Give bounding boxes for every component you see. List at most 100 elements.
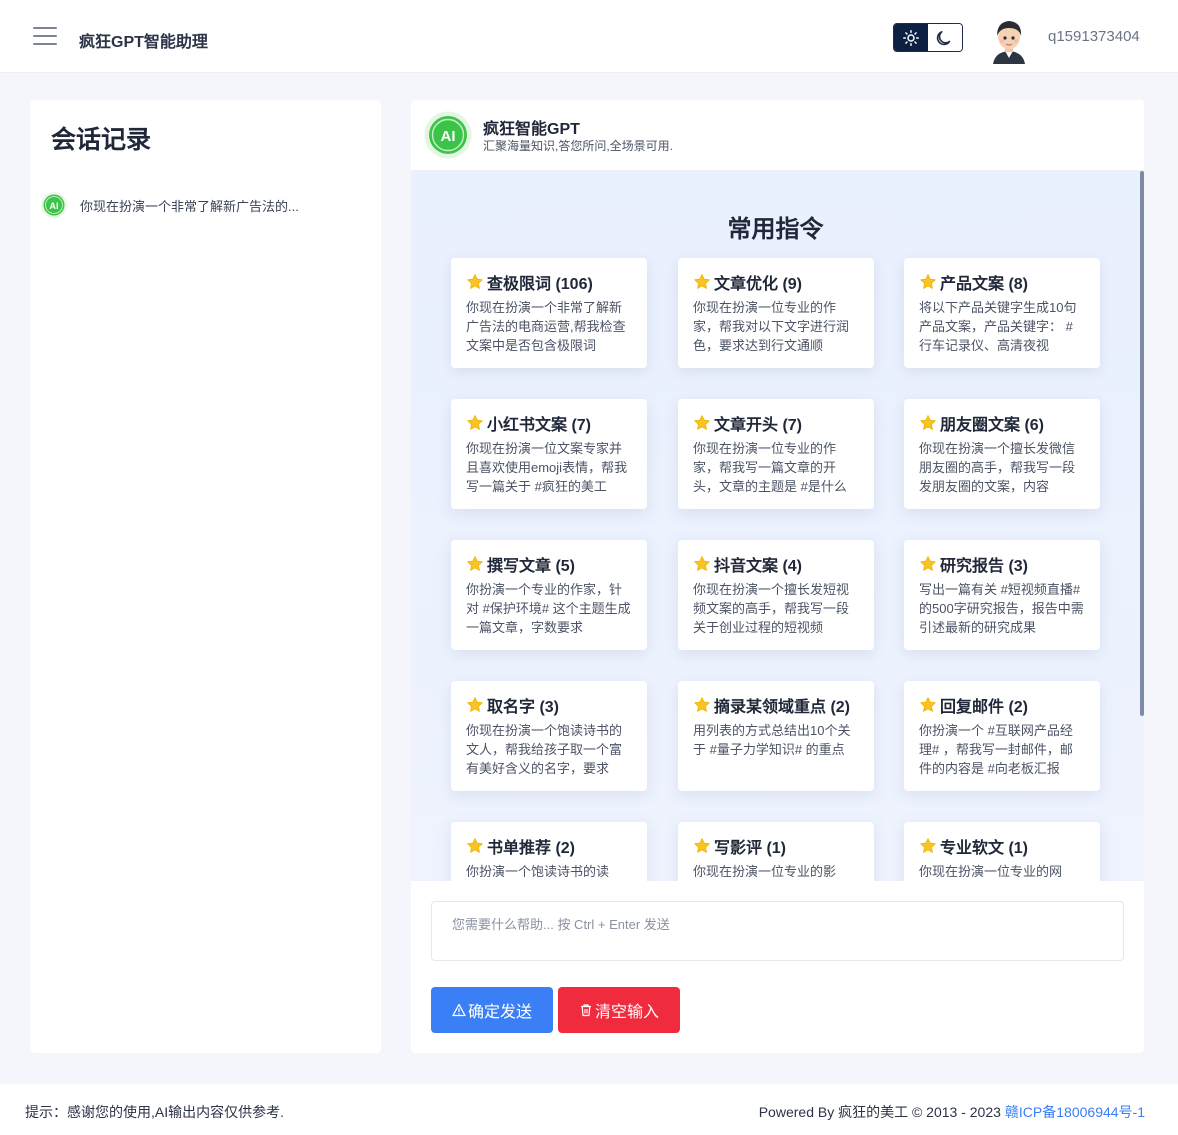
command-card-title: 写影评 (1)	[714, 840, 787, 857]
command-card-header: 取名字 (3)	[466, 694, 632, 716]
star-icon	[467, 556, 483, 571]
command-card[interactable]: 产品文案 (8) 将以下产品关键字生成10句产品文案，产品关键字： #行车记录仪、…	[904, 258, 1100, 368]
command-card-description: 你扮演一个 #互联网产品经理# ，帮我写一封邮件，邮件的内容是 #向老板汇报	[919, 723, 1073, 776]
command-card-title: 取名字 (3)	[487, 699, 560, 716]
moon-icon[interactable]	[928, 24, 962, 51]
footer-powered: Powered By 疯狂的美工 © 2013 - 2023	[758, 1104, 1001, 1120]
svg-text:AI: AI	[50, 201, 59, 211]
star-icon	[920, 697, 936, 712]
command-card-header: 写影评 (1)	[693, 835, 859, 857]
command-card-header: 研究报告 (3)	[919, 553, 1085, 575]
footer-copyright: Powered By 疯狂的美工 © 2013 - 2023 赣ICP备1800…	[759, 1102, 1145, 1122]
theme-toggle	[893, 23, 963, 52]
command-card-title: 摘录某领域重点 (2)	[714, 699, 851, 716]
command-card-description: 你现在扮演一位专业的作家，帮我对以下文字进行润色，要求达到行文通顺	[693, 300, 850, 353]
message-input[interactable]	[431, 901, 1124, 961]
star-icon	[467, 838, 483, 853]
command-card-header: 朋友圈文案 (6)	[919, 412, 1085, 434]
command-card-header: 文章优化 (9)	[693, 271, 859, 293]
star-icon	[694, 838, 710, 853]
top-header: 疯狂GPT智能助理 q1591373404	[0, 0, 1178, 73]
star-icon	[694, 274, 710, 289]
sun-icon[interactable]	[894, 24, 928, 51]
command-card-header: 产品文案 (8)	[919, 271, 1085, 293]
svg-text:AI: AI	[441, 128, 456, 145]
app-title: 疯狂GPT智能助理	[79, 34, 208, 51]
trash-icon	[580, 1004, 591, 1017]
command-card-header: 回复邮件 (2)	[919, 694, 1085, 716]
history-item-text: 你现在扮演一个非常了解新广告法的...	[80, 198, 299, 214]
ai-logo-icon: AI	[424, 111, 472, 164]
command-card-header: 书单推荐 (2)	[466, 835, 632, 857]
star-icon	[920, 838, 936, 853]
command-card[interactable]: 小红书文案 (7) 你现在扮演一位文案专家并且喜欢使用emoji表情，帮我写一篇关…	[451, 399, 647, 509]
star-icon	[920, 415, 936, 430]
star-icon	[920, 274, 936, 289]
star-icon	[467, 274, 483, 289]
command-card-title: 专业软文 (1)	[940, 840, 1029, 857]
command-card-title: 文章开头 (7)	[714, 417, 803, 434]
history-item[interactable]: AI 你现在扮演一个非常了解新广告法的...	[40, 191, 370, 219]
hamburger-menu-icon[interactable]	[33, 27, 57, 47]
command-card-description: 你现在扮演一个饱读诗书的文人，帮我给孩子取一个富有美好含义的名字，要求	[466, 723, 623, 776]
command-card-title: 书单推荐 (2)	[487, 840, 576, 857]
command-card-title: 抖音文案 (4)	[714, 558, 803, 575]
icp-link[interactable]: 赣ICP备18006944号-1	[1005, 1102, 1145, 1122]
command-card-header: 小红书文案 (7)	[466, 412, 632, 434]
command-card-title: 朋友圈文案 (6)	[940, 417, 1045, 434]
star-icon	[467, 415, 483, 430]
command-card[interactable]: 摘录某领域重点 (2) 用列表的方式总结出10个关于 #量子力学知识# 的重点	[678, 681, 874, 791]
command-card-header: 撰写文章 (5)	[466, 553, 632, 575]
chat-panel: AI 疯狂智能GPT 汇聚海量知识,答您所问,全场景可用. 常用指令 查极限词 …	[411, 100, 1144, 1053]
command-card-header: 摘录某领域重点 (2)	[693, 694, 859, 716]
sidebar-title: 会话记录	[51, 126, 152, 154]
star-icon	[467, 697, 483, 712]
command-card-title: 文章优化 (9)	[714, 276, 803, 293]
command-card-description: 你现在扮演一位文案专家并且喜欢使用emoji表情，帮我写一篇关于 #疯狂的美工	[466, 441, 628, 494]
commands-area: 常用指令 查极限词 (106) 你现在扮演一个非常了解新广告法的电商运营,帮我检查…	[411, 171, 1144, 881]
user-avatar[interactable]	[987, 16, 1031, 64]
star-icon	[694, 697, 710, 712]
command-card-description: 你现在扮演一位专业的网	[919, 864, 1063, 879]
ai-logo-icon: AI	[41, 192, 67, 218]
scrollbar[interactable]	[1140, 171, 1144, 716]
command-card-header: 专业软文 (1)	[919, 835, 1085, 857]
commands-title: 常用指令	[727, 216, 824, 243]
command-card-description: 你现在扮演一个擅长发短视频文案的高手，帮我写一段关于创业过程的短视频	[693, 582, 850, 635]
command-card[interactable]: 查极限词 (106) 你现在扮演一个非常了解新广告法的电商运营,帮我检查文案中是否…	[451, 258, 647, 368]
footer-tip: 提示：感谢您的使用,AI输出内容仅供参考.	[25, 1104, 285, 1120]
command-card-title: 研究报告 (3)	[940, 558, 1029, 575]
command-card[interactable]: 取名字 (3) 你现在扮演一个饱读诗书的文人，帮我给孩子取一个富有美好含义的名字，…	[451, 681, 647, 791]
clear-button[interactable]: 清空输入	[558, 987, 680, 1033]
command-card-description: 你扮演一个饱读诗书的读	[466, 864, 610, 879]
username[interactable]: q1591373404	[1048, 28, 1140, 45]
star-icon	[694, 415, 710, 430]
command-card[interactable]: 回复邮件 (2) 你扮演一个 #互联网产品经理# ，帮我写一封邮件，邮件的内容是 …	[904, 681, 1100, 791]
command-card-header: 文章开头 (7)	[693, 412, 859, 434]
footer: 提示：感谢您的使用,AI输出内容仅供参考. Powered By 疯狂的美工 ©…	[0, 1084, 1178, 1135]
star-icon	[920, 556, 936, 571]
command-card[interactable]: 研究报告 (3) 写出一篇有关 #短视频直播# 的500字研究报告，报告中需引述最…	[904, 540, 1100, 650]
warning-icon	[452, 1003, 466, 1017]
clear-button-label: 清空输入	[594, 1004, 659, 1021]
command-card-description: 用列表的方式总结出10个关于 #量子力学知识# 的重点	[693, 723, 851, 757]
command-card[interactable]: 抖音文案 (4) 你现在扮演一个擅长发短视频文案的高手，帮我写一段关于创业过程的短…	[678, 540, 874, 650]
command-card[interactable]: 朋友圈文案 (6) 你现在扮演一个擅长发微信朋友圈的高手，帮我写一段发朋友圈的文案…	[904, 399, 1100, 509]
command-card-description: 你扮演一个专业的作家，针对 #保护环境# 这个主题生成一篇文章，字数要求	[466, 582, 631, 635]
command-card[interactable]: 撰写文章 (5) 你扮演一个专业的作家，针对 #保护环境# 这个主题生成一篇文章，…	[451, 540, 647, 650]
command-card-title: 回复邮件 (2)	[940, 699, 1029, 716]
command-card-description: 你现在扮演一位专业的影	[693, 864, 837, 879]
command-card-title: 撰写文章 (5)	[487, 558, 576, 575]
command-card[interactable]: 文章优化 (9) 你现在扮演一位专业的作家，帮我对以下文字进行润色，要求达到行文通…	[678, 258, 874, 368]
bot-description: 汇聚海量知识,答您所问,全场景可用.	[483, 139, 674, 153]
send-button[interactable]: 确定发送	[431, 987, 553, 1033]
command-card-title: 产品文案 (8)	[940, 276, 1029, 293]
command-card[interactable]: 文章开头 (7) 你现在扮演一位专业的作家，帮我写一篇文章的开头，文章的主题是 #…	[678, 399, 874, 509]
bot-header: AI 疯狂智能GPT 汇聚海量知识,答您所问,全场景可用.	[411, 100, 1144, 171]
command-card-description: 你现在扮演一个擅长发微信朋友圈的高手，帮我写一段发朋友圈的文案，内容	[919, 441, 1076, 494]
command-card-description: 你现在扮演一个非常了解新广告法的电商运营,帮我检查文案中是否包含极限词	[466, 300, 626, 353]
star-icon	[694, 556, 710, 571]
command-card[interactable]: 书单推荐 (2) 你扮演一个饱读诗书的读	[451, 822, 647, 881]
command-card[interactable]: 专业软文 (1) 你现在扮演一位专业的网	[904, 822, 1100, 881]
command-card[interactable]: 写影评 (1) 你现在扮演一位专业的影	[678, 822, 874, 881]
